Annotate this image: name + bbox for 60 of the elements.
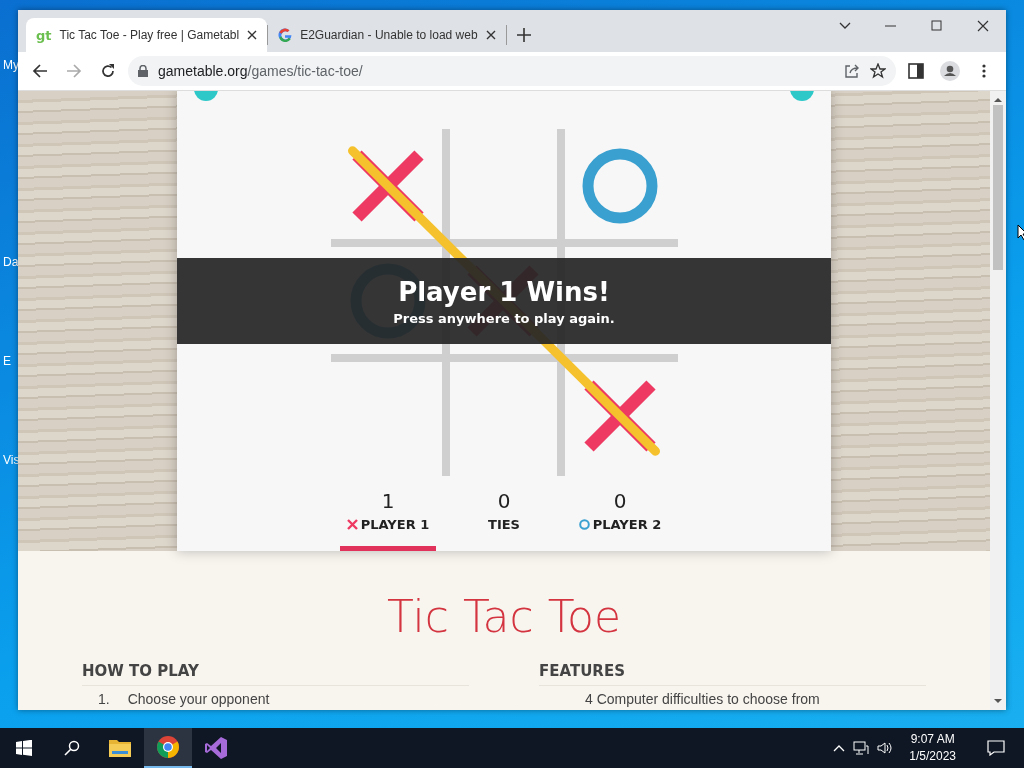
win-message: Player 1 Wins! [398,276,610,307]
reload-icon [100,63,116,79]
section-heading: FEATURES [539,662,926,686]
x-mark[interactable] [584,380,656,452]
cursor-icon [1017,224,1024,240]
windows-icon [16,740,32,756]
clock-date: 1/5/2023 [909,748,956,765]
score-label: PLAYER 1 [360,517,430,532]
studio-icon [204,736,228,760]
url-text: gametable.org/games/tic-tac-toe/ [158,63,364,79]
site-logo: gt [36,27,52,43]
desktop-icon-label[interactable]: E [3,354,11,368]
taskbar-app[interactable] [144,728,192,768]
score-value: 0 [497,489,511,513]
chrome-icon [156,735,180,759]
clock[interactable]: 9:07 AM 1/5/2023 [909,731,956,765]
plus-icon [516,28,531,42]
score-label: PLAYER 2 [592,517,662,532]
close-icon[interactable] [485,30,496,40]
lock-icon [138,65,148,77]
desktop-icon-label[interactable]: Da [3,255,19,269]
chevron-up-icon[interactable] [833,744,846,752]
scroll-thumb[interactable] [993,105,1003,270]
forward-icon [66,63,82,79]
section-heading: HOW TO PLAY [82,662,469,686]
avatar-icon [940,61,960,81]
close-icon[interactable] [247,30,258,40]
speaker-icon[interactable] [877,741,894,755]
close-icon [977,20,989,32]
score-value: 0 [613,489,627,513]
play-again-hint: Press anywhere to play again. [393,310,615,326]
scroll-down-icon[interactable] [994,698,1002,704]
maximize-icon [931,20,943,32]
tab-title: E2Guardian - Unable to load web [300,28,478,42]
search-icon [64,740,80,756]
tab-title: Tic Tac Toe - Play free | Gametabl [59,28,240,42]
message-icon [987,740,1005,756]
page-title: Tic Tac Toe [386,591,622,642]
share-icon[interactable] [844,63,860,79]
side-panel-icon [908,63,924,79]
address-bar[interactable]: gametable.org/games/tic-tac-toe/ [128,56,896,86]
list-item: Choose your opponent [127,691,270,707]
back-icon [32,63,48,79]
list-number: 1. [98,691,110,707]
scroll-up-icon[interactable] [994,97,1002,103]
browser-tab[interactable]: gt Tic Tac Toe - Play free | Gametabl [26,18,268,52]
x-mark[interactable] [352,150,424,222]
star-icon[interactable] [870,63,886,79]
clock-time: 9:07 AM [910,731,955,748]
browser-tab[interactable]: E2Guardian - Unable to load web [268,18,506,52]
desktop-icon-label[interactable]: My [3,58,19,72]
network-icon[interactable] [853,741,870,755]
score-value: 1 [381,489,395,513]
score-label: TIES [488,517,520,532]
win-dialog[interactable]: Player 1 Wins! Press anywhere to play again. [177,258,831,344]
o-mark[interactable] [582,148,658,224]
google-icon [278,28,293,42]
list-item: 4 Computer difficulties to choose from [585,691,820,707]
game-board[interactable]: Player 1 Wins! Press anywhere to play again. 1 PLAYER 1 0 TIES 0 PLAYER 2 [177,91,831,551]
scrollbar[interactable] [990,91,1006,710]
